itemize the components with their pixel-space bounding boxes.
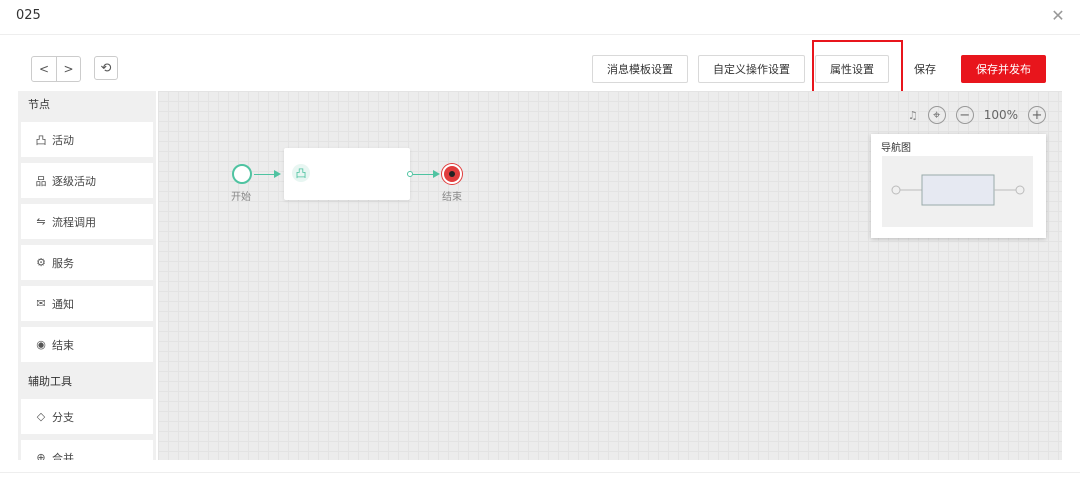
edge-start-task <box>254 174 274 175</box>
history-nav: < > <box>31 56 81 82</box>
arrow-icon <box>274 170 281 178</box>
merge-icon: ⊕ <box>36 451 46 460</box>
palette-item-label: 分支 <box>52 410 74 424</box>
back-button[interactable]: < <box>32 57 56 81</box>
palette-item-merge[interactable]: ⊕ 合并 <box>21 440 153 460</box>
refresh-icon: ⟲ <box>100 60 112 76</box>
start-node[interactable] <box>232 164 252 184</box>
palette-item-service[interactable]: ⚙ 服务 <box>21 245 153 280</box>
mail-icon: ✉ <box>36 297 46 310</box>
branch-icon: ◇ <box>36 410 46 423</box>
palette-item-label: 合并 <box>52 451 74 461</box>
custom-action-button[interactable]: 自定义操作设置 <box>698 55 805 83</box>
palette-item-activity[interactable]: 凸活动 <box>21 122 153 157</box>
palette-item-end[interactable]: ◉ 结束 <box>21 327 153 362</box>
start-node-label: 开始 <box>231 192 251 203</box>
footer-divider <box>0 472 1080 473</box>
arrow-icon <box>433 170 440 178</box>
palette-item-label: 结束 <box>52 338 74 352</box>
close-icon[interactable]: ✕ <box>1048 6 1068 25</box>
header-divider <box>0 34 1080 35</box>
minimap-view[interactable] <box>882 156 1033 227</box>
minimap-diagram <box>891 174 1025 206</box>
dialog-title: 025 <box>16 8 41 23</box>
palette-item-label: 服务 <box>52 256 74 270</box>
save-publish-button[interactable]: 保存并发布 <box>961 55 1046 83</box>
palette-item-flow-call[interactable]: ⇋ 流程调用 <box>21 204 153 239</box>
nodes-section-title: 节点 <box>28 98 50 111</box>
user-icon: 凸 <box>292 164 310 182</box>
save-button[interactable]: 保存 <box>899 55 951 83</box>
message-template-button[interactable]: 消息模板设置 <box>592 55 688 83</box>
end-icon: ◉ <box>36 338 46 351</box>
zoom-in-button[interactable]: + <box>1028 106 1046 124</box>
toolbar: 消息模板设置 自定义操作设置 属性设置 保存 保存并发布 <box>592 55 1046 83</box>
end-node-label: 结束 <box>442 192 462 203</box>
canvas-tools: ♫ ⌖ − 100% + <box>908 106 1046 124</box>
palette-item-label: 活动 <box>52 133 74 147</box>
palette-item-notify[interactable]: ✉ 通知 <box>21 286 153 321</box>
palette-item-label: 逐级活动 <box>52 174 96 188</box>
bell-icon[interactable]: ♫ <box>908 109 918 122</box>
palette-item-stepwise[interactable]: 品逐级活动 <box>21 163 153 198</box>
property-settings-button[interactable]: 属性设置 <box>815 55 889 83</box>
flow-call-icon: ⇋ <box>36 215 46 228</box>
end-node[interactable] <box>442 164 462 184</box>
palette-item-label: 流程调用 <box>52 215 96 229</box>
locate-icon[interactable]: ⌖ <box>927 106 946 124</box>
minimap: 导航图 <box>871 134 1046 238</box>
zoom-out-button[interactable]: − <box>955 106 974 124</box>
activity-node[interactable]: 凸 <box>284 148 410 200</box>
user-icon: 凸 <box>35 133 47 147</box>
refresh-button[interactable]: ⟲ <box>94 56 118 80</box>
palette-item-branch[interactable]: ◇ 分支 <box>21 399 153 434</box>
tools-section-title: 辅助工具 <box>28 375 72 388</box>
forward-button[interactable]: > <box>56 57 80 81</box>
zoom-level: 100% <box>983 108 1018 122</box>
service-icon: ⚙ <box>36 256 46 269</box>
node-palette: 节点 凸活动 品逐级活动 ⇋ 流程调用 ⚙ 服务 ✉ 通知 ◉ 结束 辅助工具 ◇ 分支 … <box>18 91 156 460</box>
palette-item-label: 通知 <box>52 297 74 311</box>
edge-task-end <box>413 174 433 175</box>
users-icon: 品 <box>35 174 47 188</box>
